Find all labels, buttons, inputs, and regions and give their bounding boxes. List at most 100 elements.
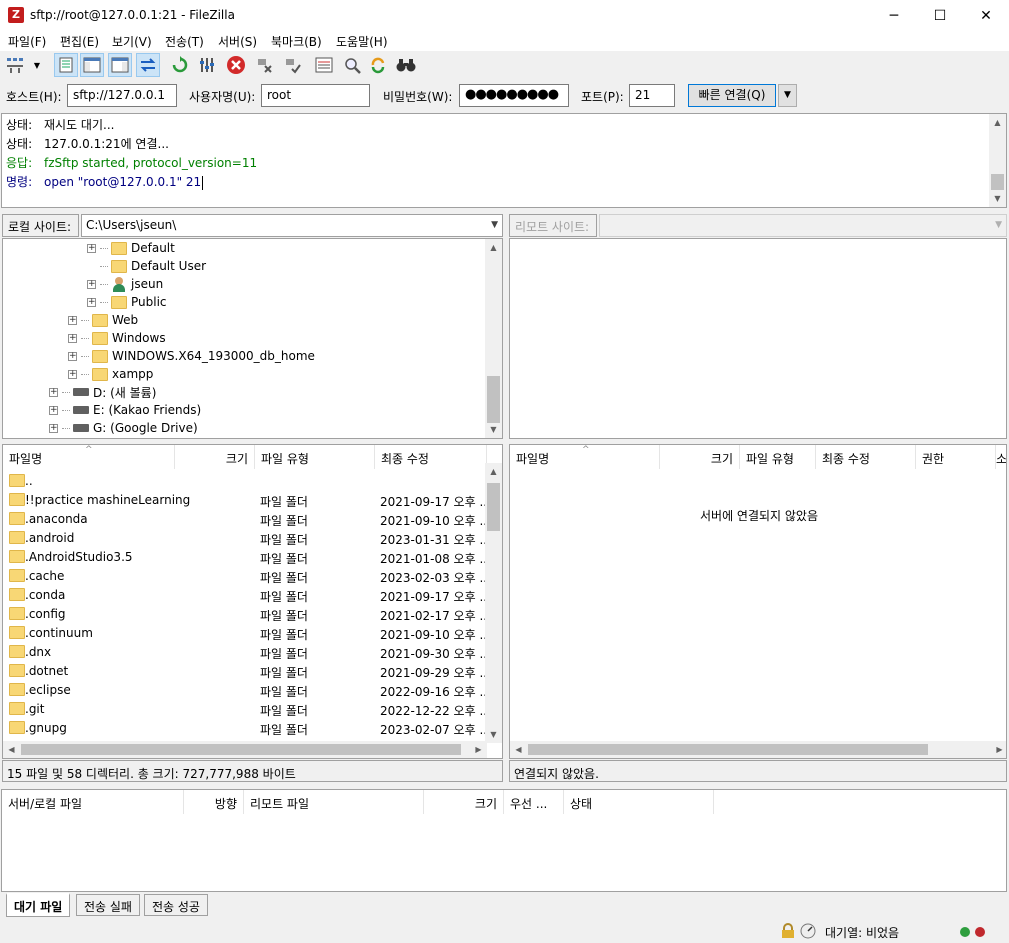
password-input[interactable]: ●●●●●●●●● [459, 84, 569, 107]
tree-item[interactable]: + Windows [68, 329, 166, 347]
menu-edit[interactable]: 편집(E) [60, 33, 99, 50]
local-file-list[interactable]: 파일명 ^ 크기 파일 유형 최종 수정 .. !!practice mashin… [2, 444, 503, 759]
title-bar[interactable]: Z sftp://root@127.0.0.1:21 - FileZilla ─… [0, 0, 1009, 31]
tree-item[interactable]: + E: (Kakao Friends) [49, 401, 201, 419]
expand-icon[interactable]: + [49, 423, 58, 433]
queue-column-direction[interactable]: 방향 [184, 790, 244, 814]
scroll-left-icon[interactable]: ◀ [3, 741, 20, 758]
scroll-thumb[interactable] [487, 483, 500, 531]
remote-file-list[interactable]: 파일명 ^ 크기 파일 유형 최종 수정 권한 소 서버에 연결되지 않았음 ◀… [509, 444, 1007, 759]
tree-item[interactable]: + Public [87, 293, 167, 311]
local-directory-tree[interactable]: + Default Default User + jseun + Public + We… [2, 238, 503, 439]
expand-icon[interactable]: + [87, 297, 96, 307]
close-button[interactable]: ✕ [963, 0, 1009, 31]
speed-limit-icon[interactable] [800, 923, 816, 939]
search-remote-button[interactable] [394, 53, 418, 77]
tree-item[interactable]: + WINDOWS.X64_193000_db_home [68, 347, 315, 365]
tree-item[interactable]: Default User [87, 257, 206, 275]
toggle-queue-button[interactable] [136, 53, 160, 77]
remote-path-input[interactable]: ▼ [599, 214, 1007, 237]
menu-server[interactable]: 서버(S) [218, 33, 257, 50]
file-row[interactable]: .android 파일 폴더 2023-01-31 오후 ... [3, 528, 491, 547]
file-row[interactable]: .. [3, 471, 487, 490]
column-modified[interactable]: 최종 수정 [375, 445, 487, 469]
refresh-button[interactable] [168, 53, 192, 77]
column-type[interactable]: 파일 유형 [740, 445, 816, 469]
tree-item[interactable]: + xampp [68, 365, 153, 383]
compare-directories-button[interactable] [366, 53, 390, 77]
column-permissions[interactable]: 권한 [916, 445, 996, 469]
chevron-down-icon[interactable]: ▼ [491, 220, 498, 230]
scroll-up-icon[interactable]: ▲ [485, 239, 502, 256]
local-path-input[interactable]: C:\Users\jseun\ ▼ [81, 214, 503, 237]
expand-icon[interactable]: + [49, 405, 58, 415]
expand-icon[interactable]: + [49, 387, 58, 397]
scroll-left-icon[interactable]: ◀ [510, 741, 527, 758]
file-row[interactable]: .config 파일 폴더 2021-02-17 오후 ... [3, 604, 491, 623]
message-log[interactable]: 상태: 재시도 대기... 상태: 127.0.0.1:21에 연결... 응답: f… [1, 113, 1007, 208]
file-row[interactable]: .AndroidStudio3.5 파일 폴더 2021-01-08 오후 ... [3, 547, 491, 566]
tree-item[interactable]: + D: (새 볼륨) [49, 383, 156, 401]
host-input[interactable]: sftp://127.0.0.1 [67, 84, 177, 107]
remote-directory-tree[interactable] [509, 238, 1007, 439]
quickconnect-history-dropdown[interactable]: ▼ [778, 84, 797, 107]
tree-item[interactable]: + jseun [87, 275, 163, 293]
file-row[interactable]: .eclipse 파일 폴더 2022-09-16 오후 ... [3, 680, 491, 699]
username-input[interactable]: root [261, 84, 370, 107]
scroll-down-icon[interactable]: ▼ [485, 421, 502, 438]
queue-column-priority[interactable]: 우선 ... [504, 790, 564, 814]
scroll-thumb[interactable] [487, 376, 500, 423]
menu-bookmarks[interactable]: 북마크(B) [271, 33, 322, 50]
toggle-log-button[interactable] [54, 53, 78, 77]
scroll-thumb[interactable] [528, 744, 928, 755]
site-manager-button[interactable] [4, 53, 26, 77]
tab-successful-transfers[interactable]: 전송 성공 [144, 894, 208, 916]
file-row[interactable]: .dotnet 파일 폴더 2021-09-29 오후 ... [3, 661, 491, 680]
menu-view[interactable]: 보기(V) [112, 33, 152, 50]
scroll-right-icon[interactable]: ▶ [991, 741, 1006, 758]
lock-icon[interactable] [781, 923, 795, 939]
file-row[interactable]: .gnupg 파일 폴더 2023-02-07 오후 ... [3, 718, 491, 737]
scroll-down-icon[interactable]: ▼ [485, 726, 502, 743]
directory-listing-filter-button[interactable] [312, 53, 336, 77]
expand-icon[interactable]: + [68, 369, 77, 379]
scroll-thumb[interactable] [991, 174, 1004, 190]
expand-icon[interactable]: + [68, 351, 77, 361]
file-row[interactable]: .git 파일 폴더 2022-12-22 오후 ... [3, 699, 491, 718]
log-scrollbar[interactable]: ▲ ▼ [989, 114, 1006, 207]
expand-icon[interactable]: + [68, 333, 77, 343]
column-owner[interactable]: 소 [996, 445, 1006, 469]
menu-transfer[interactable]: 전송(T) [165, 33, 204, 50]
menu-help[interactable]: 도움말(H) [336, 33, 388, 50]
filezilla-icon[interactable]: Z [8, 7, 24, 23]
scroll-up-icon[interactable]: ▲ [989, 114, 1006, 131]
reconnect-button[interactable] [280, 53, 304, 77]
cancel-operation-button[interactable] [224, 53, 248, 77]
queue-column-status[interactable]: 상태 [564, 790, 714, 814]
tree-item[interactable]: + G: (Google Drive) [49, 419, 198, 437]
file-row[interactable]: .continuum 파일 폴더 2021-09-10 오후 ... [3, 623, 491, 642]
menu-file[interactable]: 파일(F) [8, 33, 46, 50]
chevron-down-icon[interactable]: ▼ [995, 220, 1002, 230]
column-type[interactable]: 파일 유형 [255, 445, 375, 469]
tree-item[interactable]: + Default [87, 239, 175, 257]
column-size[interactable]: 크기 [175, 445, 255, 469]
scroll-right-icon[interactable]: ▶ [470, 741, 487, 758]
scroll-up-icon[interactable]: ▲ [485, 463, 502, 480]
expand-icon[interactable]: + [68, 315, 77, 325]
minimize-button[interactable]: ─ [871, 0, 917, 31]
expand-icon[interactable]: + [87, 243, 96, 253]
scroll-thumb[interactable] [21, 744, 461, 755]
column-size[interactable]: 크기 [660, 445, 740, 469]
disconnect-button[interactable] [252, 53, 276, 77]
maximize-button[interactable]: ☐ [917, 0, 963, 31]
toggle-local-tree-button[interactable] [80, 53, 104, 77]
file-row[interactable]: .dnx 파일 폴더 2021-09-30 오후 ... [3, 642, 491, 661]
queue-column-size[interactable]: 크기 [424, 790, 504, 814]
file-row[interactable]: .conda 파일 폴더 2021-09-17 오후 ... [3, 585, 491, 604]
file-list-hscroll[interactable]: ◀ ▶ [3, 741, 487, 758]
queue-column-remote-file[interactable]: 리모트 파일 [244, 790, 424, 814]
sync-browse-button[interactable] [340, 53, 364, 77]
tree-scrollbar[interactable]: ▲ ▼ [485, 239, 502, 438]
file-row[interactable]: .cache 파일 폴더 2023-02-03 오후 ... [3, 566, 491, 585]
